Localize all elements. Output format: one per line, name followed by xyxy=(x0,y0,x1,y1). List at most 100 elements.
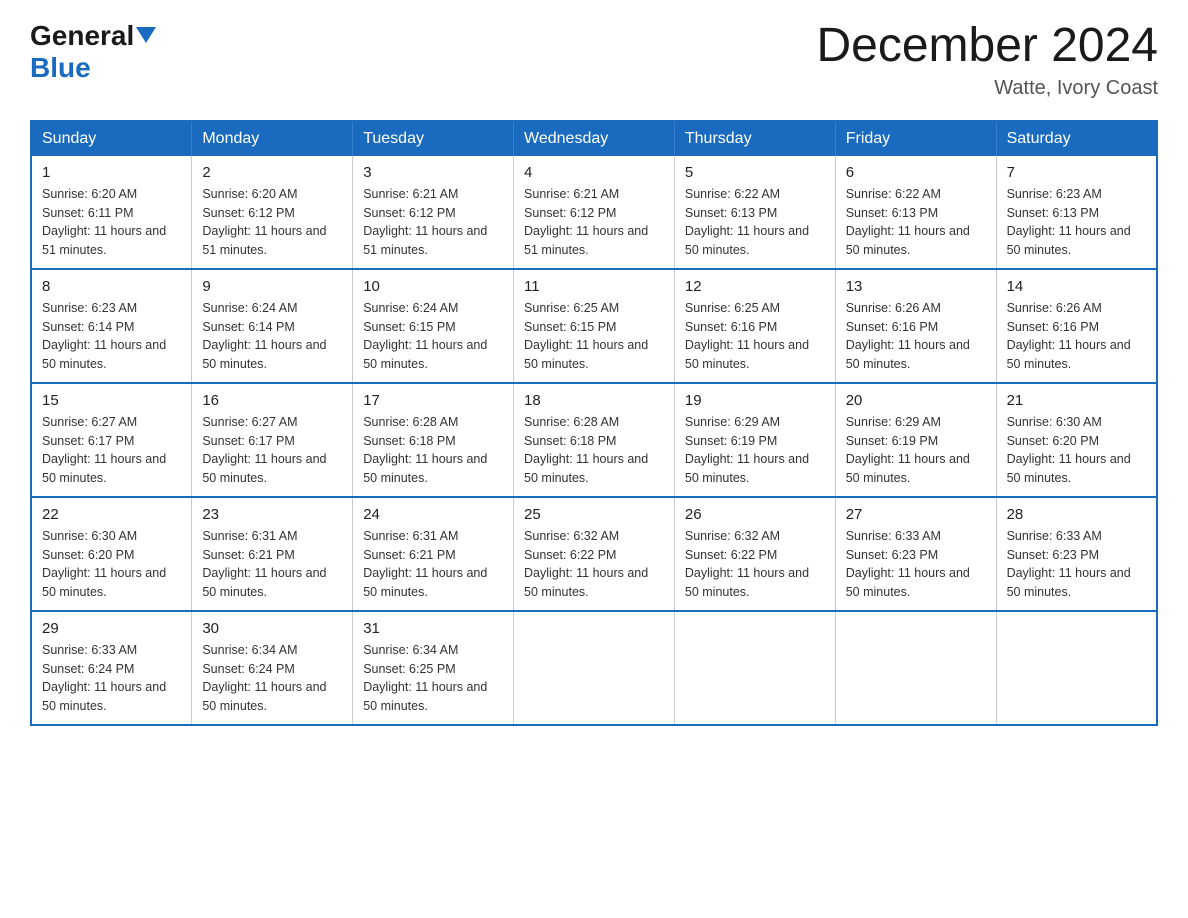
logo-blue-text: Blue xyxy=(30,52,91,83)
calendar-header-saturday: Saturday xyxy=(996,121,1157,156)
calendar-header-tuesday: Tuesday xyxy=(353,121,514,156)
calendar-cell: 4 Sunrise: 6:21 AMSunset: 6:12 PMDayligh… xyxy=(514,156,675,269)
day-number: 29 xyxy=(42,620,181,637)
calendar-header-monday: Monday xyxy=(192,121,353,156)
day-info: Sunrise: 6:29 AMSunset: 6:19 PMDaylight:… xyxy=(846,413,986,488)
day-info: Sunrise: 6:29 AMSunset: 6:19 PMDaylight:… xyxy=(685,413,825,488)
day-info: Sunrise: 6:23 AMSunset: 6:14 PMDaylight:… xyxy=(42,299,181,374)
calendar-cell: 17 Sunrise: 6:28 AMSunset: 6:18 PMDaylig… xyxy=(353,383,514,497)
day-number: 10 xyxy=(363,278,503,295)
day-info: Sunrise: 6:30 AMSunset: 6:20 PMDaylight:… xyxy=(42,527,181,602)
day-info: Sunrise: 6:34 AMSunset: 6:25 PMDaylight:… xyxy=(363,641,503,716)
day-info: Sunrise: 6:21 AMSunset: 6:12 PMDaylight:… xyxy=(363,185,503,260)
day-info: Sunrise: 6:25 AMSunset: 6:16 PMDaylight:… xyxy=(685,299,825,374)
calendar-cell: 15 Sunrise: 6:27 AMSunset: 6:17 PMDaylig… xyxy=(31,383,192,497)
calendar-cell: 31 Sunrise: 6:34 AMSunset: 6:25 PMDaylig… xyxy=(353,611,514,725)
calendar-cell: 6 Sunrise: 6:22 AMSunset: 6:13 PMDayligh… xyxy=(835,156,996,269)
calendar-cell: 19 Sunrise: 6:29 AMSunset: 6:19 PMDaylig… xyxy=(674,383,835,497)
day-number: 1 xyxy=(42,164,181,181)
calendar-cell: 10 Sunrise: 6:24 AMSunset: 6:15 PMDaylig… xyxy=(353,269,514,383)
day-number: 15 xyxy=(42,392,181,409)
calendar-cell xyxy=(674,611,835,725)
calendar-cell: 30 Sunrise: 6:34 AMSunset: 6:24 PMDaylig… xyxy=(192,611,353,725)
day-number: 9 xyxy=(202,278,342,295)
calendar-cell: 21 Sunrise: 6:30 AMSunset: 6:20 PMDaylig… xyxy=(996,383,1157,497)
day-number: 21 xyxy=(1007,392,1146,409)
day-number: 20 xyxy=(846,392,986,409)
calendar-cell: 8 Sunrise: 6:23 AMSunset: 6:14 PMDayligh… xyxy=(31,269,192,383)
calendar-header-sunday: Sunday xyxy=(31,121,192,156)
day-number: 2 xyxy=(202,164,342,181)
day-info: Sunrise: 6:33 AMSunset: 6:23 PMDaylight:… xyxy=(1007,527,1146,602)
calendar-week-row: 15 Sunrise: 6:27 AMSunset: 6:17 PMDaylig… xyxy=(31,383,1157,497)
day-number: 12 xyxy=(685,278,825,295)
day-info: Sunrise: 6:34 AMSunset: 6:24 PMDaylight:… xyxy=(202,641,342,716)
day-number: 27 xyxy=(846,506,986,523)
calendar-cell: 18 Sunrise: 6:28 AMSunset: 6:18 PMDaylig… xyxy=(514,383,675,497)
day-number: 26 xyxy=(685,506,825,523)
day-number: 17 xyxy=(363,392,503,409)
calendar-week-row: 1 Sunrise: 6:20 AMSunset: 6:11 PMDayligh… xyxy=(31,156,1157,269)
calendar-cell: 29 Sunrise: 6:33 AMSunset: 6:24 PMDaylig… xyxy=(31,611,192,725)
calendar-week-row: 22 Sunrise: 6:30 AMSunset: 6:20 PMDaylig… xyxy=(31,497,1157,611)
day-info: Sunrise: 6:33 AMSunset: 6:23 PMDaylight:… xyxy=(846,527,986,602)
day-number: 23 xyxy=(202,506,342,523)
calendar-table: SundayMondayTuesdayWednesdayThursdayFrid… xyxy=(30,120,1158,726)
calendar-cell: 28 Sunrise: 6:33 AMSunset: 6:23 PMDaylig… xyxy=(996,497,1157,611)
day-info: Sunrise: 6:26 AMSunset: 6:16 PMDaylight:… xyxy=(1007,299,1146,374)
day-info: Sunrise: 6:21 AMSunset: 6:12 PMDaylight:… xyxy=(524,185,664,260)
calendar-cell xyxy=(996,611,1157,725)
location-subtitle: Watte, Ivory Coast xyxy=(816,77,1158,100)
day-number: 8 xyxy=(42,278,181,295)
calendar-header-wednesday: Wednesday xyxy=(514,121,675,156)
day-info: Sunrise: 6:33 AMSunset: 6:24 PMDaylight:… xyxy=(42,641,181,716)
logo-arrow-icon xyxy=(136,27,156,47)
calendar-cell: 23 Sunrise: 6:31 AMSunset: 6:21 PMDaylig… xyxy=(192,497,353,611)
day-number: 4 xyxy=(524,164,664,181)
calendar-cell: 2 Sunrise: 6:20 AMSunset: 6:12 PMDayligh… xyxy=(192,156,353,269)
day-number: 7 xyxy=(1007,164,1146,181)
calendar-cell xyxy=(514,611,675,725)
day-number: 31 xyxy=(363,620,503,637)
day-number: 22 xyxy=(42,506,181,523)
day-info: Sunrise: 6:26 AMSunset: 6:16 PMDaylight:… xyxy=(846,299,986,374)
day-info: Sunrise: 6:25 AMSunset: 6:15 PMDaylight:… xyxy=(524,299,664,374)
day-info: Sunrise: 6:23 AMSunset: 6:13 PMDaylight:… xyxy=(1007,185,1146,260)
day-number: 5 xyxy=(685,164,825,181)
day-number: 25 xyxy=(524,506,664,523)
day-info: Sunrise: 6:27 AMSunset: 6:17 PMDaylight:… xyxy=(42,413,181,488)
day-number: 3 xyxy=(363,164,503,181)
calendar-cell: 12 Sunrise: 6:25 AMSunset: 6:16 PMDaylig… xyxy=(674,269,835,383)
page-header: General Blue December 2024 Watte, Ivory … xyxy=(30,20,1158,100)
day-info: Sunrise: 6:28 AMSunset: 6:18 PMDaylight:… xyxy=(524,413,664,488)
day-number: 11 xyxy=(524,278,664,295)
day-number: 19 xyxy=(685,392,825,409)
day-number: 24 xyxy=(363,506,503,523)
calendar-cell: 11 Sunrise: 6:25 AMSunset: 6:15 PMDaylig… xyxy=(514,269,675,383)
logo: General Blue xyxy=(30,20,156,84)
day-number: 28 xyxy=(1007,506,1146,523)
day-info: Sunrise: 6:24 AMSunset: 6:14 PMDaylight:… xyxy=(202,299,342,374)
calendar-cell: 3 Sunrise: 6:21 AMSunset: 6:12 PMDayligh… xyxy=(353,156,514,269)
calendar-cell: 5 Sunrise: 6:22 AMSunset: 6:13 PMDayligh… xyxy=(674,156,835,269)
day-info: Sunrise: 6:24 AMSunset: 6:15 PMDaylight:… xyxy=(363,299,503,374)
calendar-cell xyxy=(835,611,996,725)
day-info: Sunrise: 6:32 AMSunset: 6:22 PMDaylight:… xyxy=(685,527,825,602)
calendar-cell: 20 Sunrise: 6:29 AMSunset: 6:19 PMDaylig… xyxy=(835,383,996,497)
day-info: Sunrise: 6:27 AMSunset: 6:17 PMDaylight:… xyxy=(202,413,342,488)
calendar-cell: 9 Sunrise: 6:24 AMSunset: 6:14 PMDayligh… xyxy=(192,269,353,383)
calendar-cell: 22 Sunrise: 6:30 AMSunset: 6:20 PMDaylig… xyxy=(31,497,192,611)
title-block: December 2024 Watte, Ivory Coast xyxy=(816,20,1158,100)
day-number: 13 xyxy=(846,278,986,295)
calendar-week-row: 8 Sunrise: 6:23 AMSunset: 6:14 PMDayligh… xyxy=(31,269,1157,383)
month-title: December 2024 xyxy=(816,20,1158,73)
calendar-cell: 1 Sunrise: 6:20 AMSunset: 6:11 PMDayligh… xyxy=(31,156,192,269)
day-number: 18 xyxy=(524,392,664,409)
day-info: Sunrise: 6:32 AMSunset: 6:22 PMDaylight:… xyxy=(524,527,664,602)
calendar-cell: 27 Sunrise: 6:33 AMSunset: 6:23 PMDaylig… xyxy=(835,497,996,611)
day-number: 30 xyxy=(202,620,342,637)
calendar-cell: 24 Sunrise: 6:31 AMSunset: 6:21 PMDaylig… xyxy=(353,497,514,611)
day-info: Sunrise: 6:30 AMSunset: 6:20 PMDaylight:… xyxy=(1007,413,1146,488)
day-number: 6 xyxy=(846,164,986,181)
calendar-cell: 14 Sunrise: 6:26 AMSunset: 6:16 PMDaylig… xyxy=(996,269,1157,383)
